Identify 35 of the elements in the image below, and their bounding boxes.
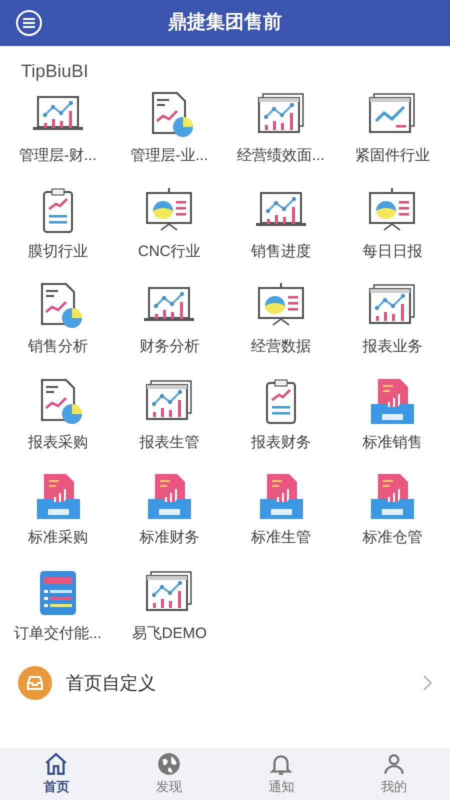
chevron-right-icon	[422, 675, 432, 691]
app-shortcut[interactable]: CNC行业	[114, 186, 225, 263]
section-title: TipBiuBI	[21, 60, 88, 83]
app-shortcut[interactable]: 销售分析	[2, 282, 114, 358]
app-shortcut[interactable]: 膜切行业	[2, 186, 114, 263]
app-shortcut[interactable]: 标准生管	[225, 473, 336, 550]
menu-icon	[23, 18, 35, 28]
app-shortcut[interactable]: 报表生管	[114, 378, 225, 454]
tab-item[interactable]: 首页	[0, 748, 112, 800]
customize-row[interactable]: 首页自定义	[0, 665, 450, 701]
menu-button[interactable]	[16, 10, 42, 36]
app-shortcut[interactable]: 标准销售	[336, 378, 448, 454]
tab-item[interactable]: 我的	[338, 748, 450, 800]
app-shortcut[interactable]: 经营数据	[225, 282, 336, 358]
app-shortcut[interactable]: 报表业务	[336, 282, 448, 358]
header-title: 鼎捷集团售前	[168, 10, 282, 35]
tab-item[interactable]: 通知	[225, 748, 338, 800]
inbox-icon	[18, 666, 52, 700]
app-shortcut[interactable]: 订单交付能...	[2, 568, 114, 645]
app-shortcut[interactable]: 标准仓管	[336, 473, 448, 550]
app-shortcut[interactable]: 管理层-财...	[2, 91, 114, 168]
app-shortcut[interactable]: 标准财务	[114, 473, 225, 550]
app-shortcut[interactable]: 销售进度	[225, 186, 336, 263]
app-shortcut[interactable]: 报表采购	[2, 378, 114, 454]
globe-icon	[156, 751, 182, 778]
home-icon	[43, 751, 70, 778]
app-shortcut[interactable]: 标准采购	[2, 473, 114, 550]
app-shortcut[interactable]: 管理层-业...	[114, 91, 225, 168]
app-shortcut[interactable]: 每日日报	[336, 186, 448, 263]
app-shortcut[interactable]: 易飞DEMO	[114, 568, 225, 645]
app-shortcut[interactable]: 经营绩效面...	[225, 91, 336, 168]
app-shortcut[interactable]: 紧固件行业	[336, 91, 448, 168]
app-shortcut[interactable]: 报表财务	[225, 378, 336, 454]
app-shortcut[interactable]: 财务分析	[114, 282, 225, 358]
tab-item[interactable]: 发现	[112, 748, 225, 800]
